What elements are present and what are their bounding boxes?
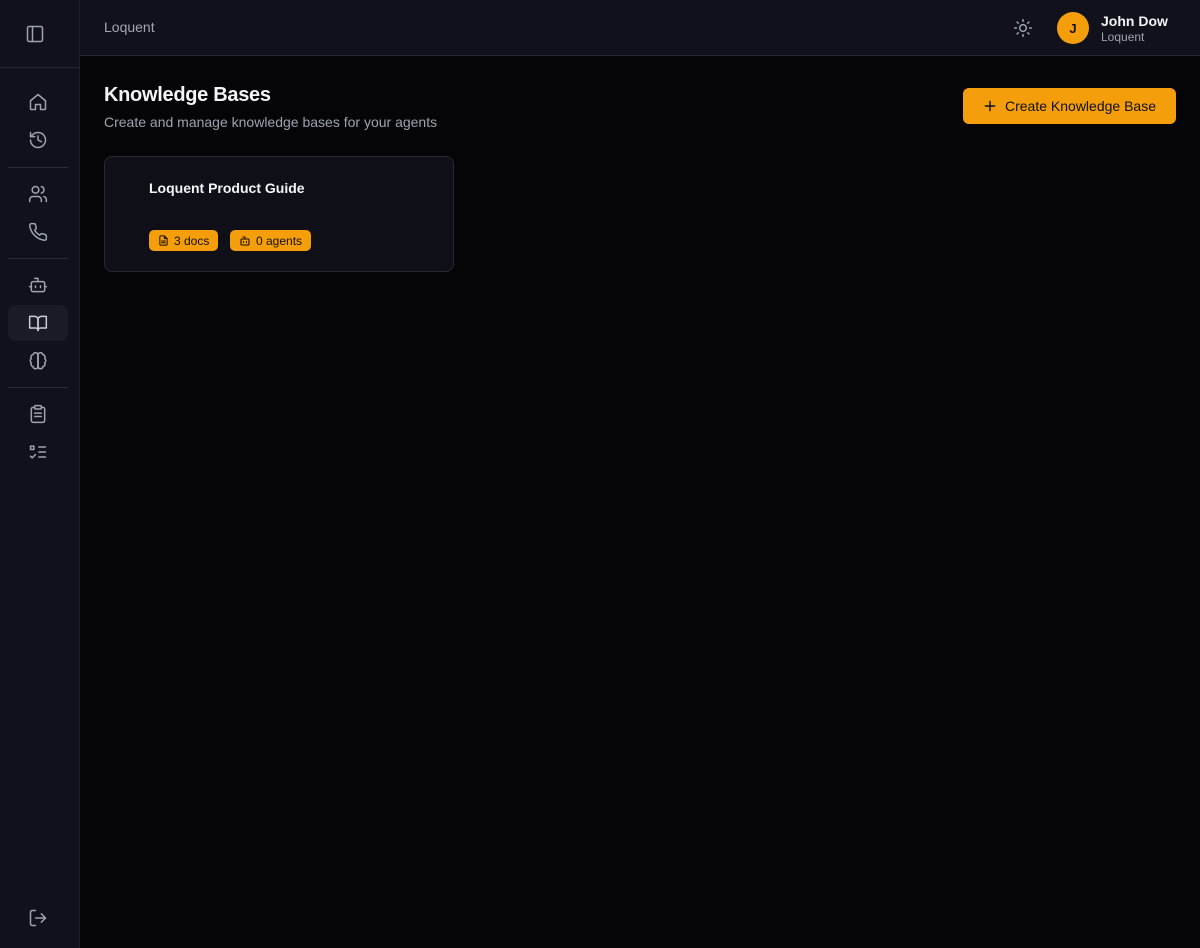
users-icon xyxy=(28,184,48,204)
theme-toggle-button[interactable] xyxy=(1011,16,1035,40)
sidebar-divider xyxy=(8,387,68,388)
sidebar-divider xyxy=(8,167,68,168)
agents-count-label: 0 agents xyxy=(256,233,303,248)
sidebar-item-contacts[interactable] xyxy=(8,176,68,212)
book-open-icon xyxy=(28,313,48,333)
sidebar-toggle-button[interactable] xyxy=(0,0,80,68)
sidebar-item-tasks[interactable] xyxy=(8,434,68,470)
docs-count-badge: 3 docs xyxy=(149,230,219,251)
create-knowledge-base-button[interactable]: Create Knowledge Base xyxy=(963,88,1176,124)
history-icon xyxy=(28,130,48,150)
bot-icon xyxy=(239,235,251,247)
checklist-icon xyxy=(28,442,48,462)
clipboard-icon xyxy=(28,404,48,424)
sidebar-panel-icon xyxy=(25,24,45,44)
plus-icon xyxy=(983,99,997,113)
app-root: Loquent J John Dow Loquent Knowledge Bas… xyxy=(0,0,1200,948)
top-header: Loquent J John Dow Loquent xyxy=(80,0,1200,56)
knowledge-base-name: Loquent Product Guide xyxy=(149,180,305,196)
sidebar-item-history[interactable] xyxy=(8,122,68,158)
knowledge-base-card[interactable]: Loquent Product Guide 3 docs 0 agents xyxy=(104,156,454,272)
home-icon xyxy=(28,92,48,112)
user-avatar[interactable]: J xyxy=(1057,12,1089,44)
sidebar-item-intelligence[interactable] xyxy=(8,343,68,379)
page-subtitle: Create and manage knowledge bases for yo… xyxy=(104,114,438,130)
sidebar-item-calls[interactable] xyxy=(8,214,68,250)
create-button-label: Create Knowledge Base xyxy=(1005,98,1156,114)
sidebar-item-logout[interactable] xyxy=(8,900,68,936)
agents-count-badge: 0 agents xyxy=(230,230,312,251)
sidebar-item-clipboard[interactable] xyxy=(8,396,68,432)
file-text-icon xyxy=(158,235,169,246)
page-title: Knowledge Bases xyxy=(104,84,271,106)
sidebar xyxy=(0,0,80,948)
sidebar-item-agents[interactable] xyxy=(8,267,68,303)
brand-name: Loquent xyxy=(104,19,155,35)
user-organization: Loquent xyxy=(1101,30,1145,44)
phone-icon xyxy=(28,222,48,242)
sidebar-item-home[interactable] xyxy=(8,84,68,120)
bot-icon xyxy=(28,275,48,295)
sun-icon xyxy=(1013,18,1033,38)
docs-count-label: 3 docs xyxy=(174,233,210,248)
sidebar-divider xyxy=(8,258,68,259)
sidebar-item-knowledge-bases[interactable] xyxy=(8,305,68,341)
user-name: John Dow xyxy=(1101,13,1168,29)
brain-icon xyxy=(28,351,48,371)
log-out-icon xyxy=(28,908,48,928)
